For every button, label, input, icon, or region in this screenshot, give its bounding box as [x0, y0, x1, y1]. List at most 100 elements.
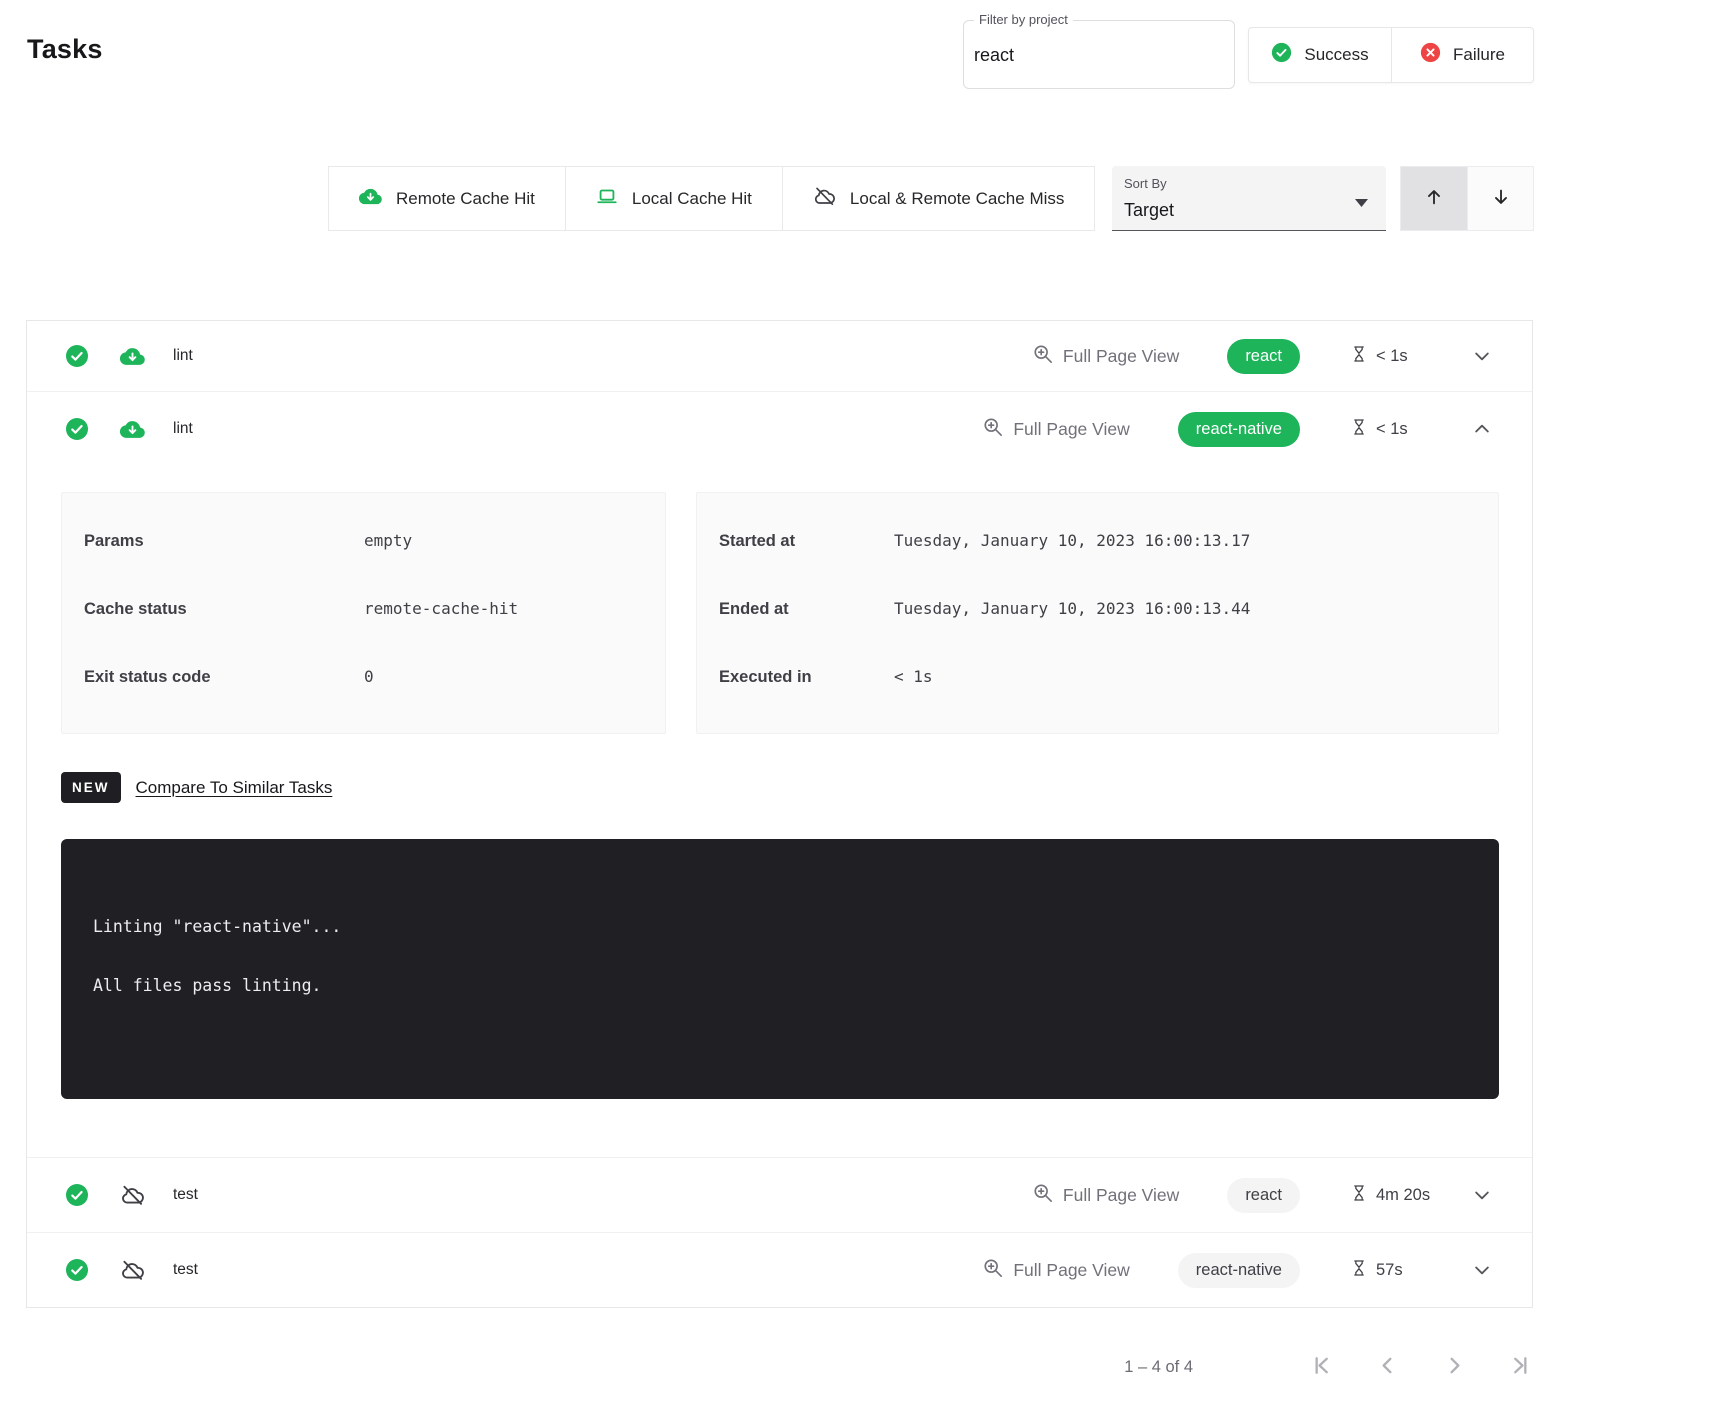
task-row-expanded[interactable]: lint Full Page View react-native < 1s: [27, 391, 1532, 1099]
zoom-in-icon: [983, 1258, 1003, 1283]
expand-chevron-down-icon[interactable]: [1472, 1260, 1492, 1280]
task-duration: 57s: [1376, 1261, 1403, 1280]
compare-similar-tasks-link[interactable]: Compare To Similar Tasks: [136, 778, 333, 798]
full-page-view-label: Full Page View: [1013, 1260, 1129, 1281]
task-list: lint Full Page View react < 1s: [26, 320, 1533, 1308]
cache-filter-remote-hit-button[interactable]: Remote Cache Hit: [329, 167, 565, 230]
detail-label: Cache status: [84, 600, 364, 619]
check-circle-icon: [1271, 42, 1292, 68]
zoom-in-icon: [1033, 1183, 1053, 1208]
project-badge: react-native: [1178, 412, 1300, 447]
sort-ascending-button[interactable]: [1401, 167, 1467, 230]
project-badge: react: [1227, 1178, 1300, 1213]
project-filter-input[interactable]: [974, 45, 1214, 66]
task-row[interactable]: test Full Page View react 4m 20s: [27, 1157, 1532, 1232]
full-page-view-label: Full Page View: [1063, 1185, 1179, 1206]
new-badge: NEW: [61, 772, 121, 803]
last-page-button[interactable]: [1510, 1354, 1533, 1380]
detail-value: 0: [364, 667, 374, 686]
full-page-view-link[interactable]: Full Page View: [1033, 344, 1179, 369]
status-success-icon: [65, 1183, 89, 1207]
x-circle-icon: [1420, 42, 1441, 68]
arrow-up-icon: [1423, 186, 1445, 211]
cloud-off-icon: [813, 185, 836, 213]
task-name: lint: [173, 347, 193, 365]
cache-filter-label: Local & Remote Cache Miss: [850, 189, 1064, 209]
hourglass-icon: [1352, 345, 1366, 368]
page-title: Tasks: [27, 34, 103, 65]
cache-filter-label: Local Cache Hit: [632, 189, 752, 209]
task-name: lint: [173, 420, 193, 438]
cache-remote-hit-icon: [119, 344, 145, 369]
detail-label: Executed in: [719, 668, 894, 687]
expand-chevron-down-icon[interactable]: [1472, 1185, 1492, 1205]
chevron-right-icon: [1443, 1354, 1466, 1380]
status-success-icon: [65, 417, 89, 441]
hourglass-icon: [1352, 1184, 1366, 1207]
first-page-icon: [1309, 1354, 1332, 1380]
cache-filter-local-hit-button[interactable]: Local Cache Hit: [565, 167, 782, 230]
success-filter-label: Success: [1304, 45, 1368, 65]
hourglass-icon: [1352, 1259, 1366, 1282]
cache-filter-label: Remote Cache Hit: [396, 189, 535, 209]
failure-filter-button[interactable]: Failure: [1391, 28, 1533, 82]
full-page-view-link[interactable]: Full Page View: [983, 417, 1129, 442]
project-filter-label: Filter by project: [974, 12, 1073, 27]
detail-value: < 1s: [894, 667, 933, 686]
status-success-icon: [65, 1258, 89, 1282]
task-duration: < 1s: [1376, 347, 1408, 366]
last-page-icon: [1510, 1354, 1533, 1380]
detail-value: remote-cache-hit: [364, 599, 518, 618]
task-name: test: [173, 1261, 198, 1279]
task-row[interactable]: lint Full Page View react < 1s: [27, 321, 1532, 391]
full-page-view-link[interactable]: Full Page View: [1033, 1183, 1179, 1208]
task-details: Params empty Cache status remote-cache-h…: [27, 466, 1532, 734]
page-range-label: 1 – 4 of 4: [1124, 1358, 1193, 1377]
collapse-chevron-up-icon[interactable]: [1472, 419, 1492, 439]
chevron-left-icon: [1376, 1354, 1399, 1380]
sort-descending-button[interactable]: [1467, 167, 1533, 230]
terminal-output: Linting "react-native"... All files pass…: [61, 839, 1499, 1099]
task-duration: 4m 20s: [1376, 1186, 1430, 1205]
project-filter-field[interactable]: Filter by project: [963, 20, 1235, 89]
previous-page-button[interactable]: [1376, 1354, 1399, 1380]
success-filter-button[interactable]: Success: [1249, 28, 1391, 82]
cache-filter-miss-button[interactable]: Local & Remote Cache Miss: [782, 167, 1094, 230]
first-page-button[interactable]: [1309, 1354, 1332, 1380]
detail-label: Exit status code: [84, 668, 364, 687]
next-page-button[interactable]: [1443, 1354, 1466, 1380]
expand-chevron-down-icon[interactable]: [1472, 346, 1492, 366]
sort-by-value: Target: [1124, 200, 1174, 221]
detail-value: Tuesday, January 10, 2023 16:00:13.44: [894, 599, 1250, 618]
cache-miss-icon: [119, 1258, 145, 1283]
details-panel-left: Params empty Cache status remote-cache-h…: [61, 492, 666, 734]
task-name: test: [173, 1186, 198, 1204]
cache-remote-hit-icon: [119, 417, 145, 442]
sort-direction-group: [1400, 166, 1534, 231]
detail-label: Params: [84, 532, 364, 551]
failure-filter-label: Failure: [1453, 45, 1505, 65]
cache-miss-icon: [119, 1183, 145, 1208]
sort-by-label: Sort By: [1124, 176, 1167, 191]
zoom-in-icon: [983, 417, 1003, 442]
detail-label: Ended at: [719, 600, 894, 619]
cloud-download-icon: [359, 185, 382, 213]
zoom-in-icon: [1033, 344, 1053, 369]
arrow-down-icon: [1490, 186, 1512, 211]
status-success-icon: [65, 344, 89, 368]
detail-value: Tuesday, January 10, 2023 16:00:13.17: [894, 531, 1250, 550]
dropdown-arrow-icon: [1355, 194, 1368, 212]
status-filter-group: Success Failure: [1248, 27, 1534, 83]
full-page-view-link[interactable]: Full Page View: [983, 1258, 1129, 1283]
task-duration: < 1s: [1376, 420, 1408, 439]
full-page-view-label: Full Page View: [1063, 346, 1179, 367]
detail-label: Started at: [719, 532, 894, 551]
details-panel-right: Started at Tuesday, January 10, 2023 16:…: [696, 492, 1499, 734]
full-page-view-label: Full Page View: [1013, 419, 1129, 440]
hourglass-icon: [1352, 418, 1366, 441]
project-badge: react: [1227, 339, 1300, 374]
sort-by-select[interactable]: Sort By Target: [1112, 166, 1386, 231]
pagination: 1 – 4 of 4: [26, 1338, 1533, 1396]
task-row[interactable]: test Full Page View react-native 57s: [27, 1232, 1532, 1307]
laptop-icon: [596, 185, 618, 212]
